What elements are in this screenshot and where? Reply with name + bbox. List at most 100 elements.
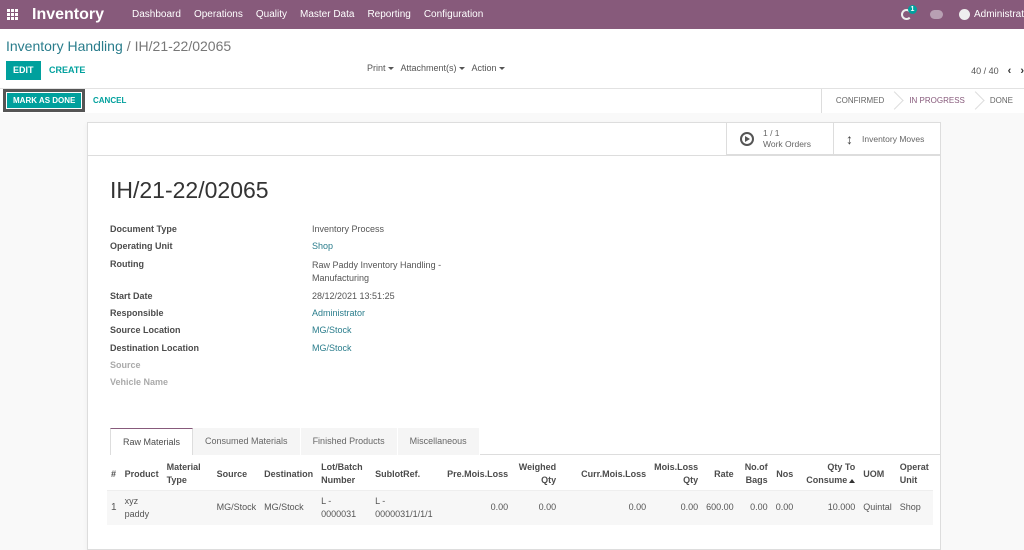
table-header-row: # Product Material Type Source Destinati… — [107, 459, 933, 491]
tab-miscellaneous[interactable]: Miscellaneous — [397, 428, 480, 455]
col-curr-mois-loss[interactable]: Curr.Mois.Loss — [560, 459, 651, 491]
menu-master-data[interactable]: Master Data — [300, 9, 354, 20]
cell-pre-mois-loss[interactable]: 0.00 — [443, 490, 513, 525]
menu-dashboard[interactable]: Dashboard — [132, 9, 181, 20]
col-pre-mois-loss[interactable]: Pre.Mois.Loss — [443, 459, 513, 491]
work-orders-button[interactable]: 1 / 1 Work Orders — [726, 123, 833, 154]
cell-material-type[interactable] — [162, 490, 213, 525]
notebook-tabs: Raw Materials Consumed Materials Finishe… — [110, 428, 480, 455]
pager-previous-icon[interactable]: ‹ — [1008, 65, 1012, 77]
activity-clock-icon[interactable]: 1 — [900, 5, 917, 20]
field-value-link[interactable]: Administrator — [312, 308, 472, 319]
tab-raw-materials[interactable]: Raw Materials — [110, 428, 194, 455]
field-operating-unit: Operating Unit Shop — [110, 241, 472, 252]
cell-weighed-qty[interactable]: 0.00 — [512, 490, 561, 525]
field-document-type: Document Type Inventory Process — [110, 224, 472, 235]
print-dropdown[interactable]: Print — [367, 63, 394, 73]
cell-product[interactable]: xyz paddy — [120, 490, 163, 525]
mark-as-done-button[interactable]: MARK AS DONE — [7, 93, 82, 108]
inventory-moves-button[interactable]: ↕ Inventory Moves — [833, 123, 940, 154]
caret-down-icon — [387, 67, 394, 71]
action-dropdown[interactable]: Action — [472, 63, 505, 73]
menu-reporting[interactable]: Reporting — [367, 9, 410, 20]
breadcrumb-parent[interactable]: Inventory Handling — [6, 38, 123, 54]
attachments-dropdown[interactable]: Attachment(s) — [401, 63, 465, 73]
cell-rate[interactable]: 600.00 — [702, 490, 738, 525]
cell-destination[interactable]: MG/Stock — [260, 490, 318, 525]
control-panel: Inventory Handling / IH/21-22/02065 EDIT C… — [0, 29, 1024, 113]
stage-pipeline: CONFIRMED IN PROGRESS DONE — [820, 89, 1024, 113]
user-name: Administrat — [973, 9, 1024, 20]
stage-in-progress[interactable]: IN PROGRESS — [895, 89, 976, 113]
col-qty-to-consume[interactable]: Qty To Consume — [797, 459, 860, 491]
form-sheet: 1 / 1 Work Orders ↕ Inventory Moves IH/2… — [87, 122, 941, 550]
cell-lot-batch[interactable]: L - 0000031 — [317, 490, 372, 525]
col-lot-batch[interactable]: Lot/Batch Number — [317, 459, 372, 491]
cell-operating-unit[interactable]: Shop — [895, 490, 933, 525]
cell-curr-mois-loss[interactable]: 0.00 — [560, 490, 651, 525]
col-operating-unit[interactable]: Operat Unit — [895, 459, 933, 491]
pager-next-icon[interactable]: › — [1020, 65, 1024, 77]
cancel-button[interactable]: CANCEL — [93, 96, 126, 105]
pager-value[interactable]: 40 / 40 — [971, 66, 999, 76]
edit-button[interactable]: EDIT — [6, 61, 41, 80]
field-label: Source Location — [110, 325, 181, 336]
tab-finished-products[interactable]: Finished Products — [300, 428, 398, 455]
col-no-of-bags[interactable]: No.of Bags — [737, 459, 772, 491]
cell-nos[interactable]: 0.00 — [771, 490, 798, 525]
stage-confirmed[interactable]: CONFIRMED — [822, 89, 895, 113]
chat-icon[interactable] — [929, 10, 943, 19]
field-value-link[interactable]: Shop — [312, 241, 472, 252]
user-menu[interactable]: Administrat — [958, 9, 1024, 20]
work-orders-count: 1 / 1 — [763, 127, 780, 138]
cell-sublot-ref[interactable]: L - 0000031/1/1/1 — [371, 490, 444, 525]
menu-configuration[interactable]: Configuration — [424, 9, 483, 20]
cell-no-of-bags[interactable]: 0.00 — [737, 490, 772, 525]
app-name[interactable]: Inventory — [32, 6, 104, 24]
field-label: Start Date — [110, 290, 153, 301]
menu-quality[interactable]: Quality — [256, 9, 287, 20]
main-menu: Dashboard Operations Quality Master Data… — [132, 9, 483, 20]
field-start-date: Start Date 28/12/2021 13:51:25 — [110, 291, 472, 302]
caret-down-icon — [498, 67, 505, 71]
cell-mois-loss-qty[interactable]: 0.00 — [650, 490, 703, 525]
col-material-type[interactable]: Material Type — [162, 459, 213, 491]
col-rate[interactable]: Rate — [702, 459, 738, 491]
col-weighed-qty[interactable]: Weighed Qty — [512, 459, 561, 491]
record-title: IH/21-22/02065 — [110, 177, 269, 203]
apps-grid-icon[interactable] — [7, 9, 20, 20]
raw-materials-table: # Product Material Type Source Destinati… — [107, 459, 933, 525]
tab-consumed-materials[interactable]: Consumed Materials — [193, 428, 301, 455]
record-fields: Document Type Inventory Process Operatin… — [110, 224, 472, 395]
cell-source[interactable]: MG/Stock — [212, 490, 261, 525]
breadcrumb: Inventory Handling / IH/21-22/02065 — [6, 38, 231, 54]
activity-badge: 1 — [907, 5, 917, 14]
field-value: Raw Paddy Inventory Handling - Manufactu… — [312, 259, 442, 283]
field-label: Source — [110, 360, 141, 371]
col-mois-loss-qty[interactable]: Mois.Loss Qty — [650, 459, 703, 491]
buttonbox-divider — [88, 155, 940, 156]
field-label: Destination Location — [110, 342, 200, 353]
col-product[interactable]: Product — [120, 459, 163, 491]
cell-uom[interactable]: Quintal — [859, 490, 896, 525]
field-value — [312, 377, 472, 388]
field-value-link[interactable]: MG/Stock — [312, 325, 472, 336]
action-label: Action — [471, 63, 497, 73]
field-source-location: Source Location MG/Stock — [110, 325, 472, 336]
col-destination[interactable]: Destination — [260, 459, 318, 491]
systray: 1 Administrat — [900, 0, 1024, 29]
col-uom[interactable]: UOM — [859, 459, 896, 491]
cell-index: 1 — [107, 490, 121, 525]
pager: 40 / 40 ‹ › — [971, 65, 1024, 77]
col-sublot-ref[interactable]: SublotRef. — [371, 459, 444, 491]
table-row[interactable]: 1 xyz paddy MG/Stock MG/Stock L - 000003… — [107, 490, 933, 525]
col-nos[interactable]: Nos — [771, 459, 798, 491]
menu-operations[interactable]: Operations — [194, 9, 243, 20]
create-button[interactable]: CREATE — [49, 61, 85, 80]
col-source[interactable]: Source — [212, 459, 261, 491]
field-routing: Routing Raw Paddy Inventory Handling - M… — [110, 259, 472, 285]
smart-button-box: 1 / 1 Work Orders ↕ Inventory Moves — [726, 123, 940, 155]
arrows-vertical-icon: ↕ — [846, 130, 853, 147]
cell-qty-to-consume[interactable]: 10.000 — [797, 490, 860, 525]
field-value-link[interactable]: MG/Stock — [312, 343, 472, 354]
